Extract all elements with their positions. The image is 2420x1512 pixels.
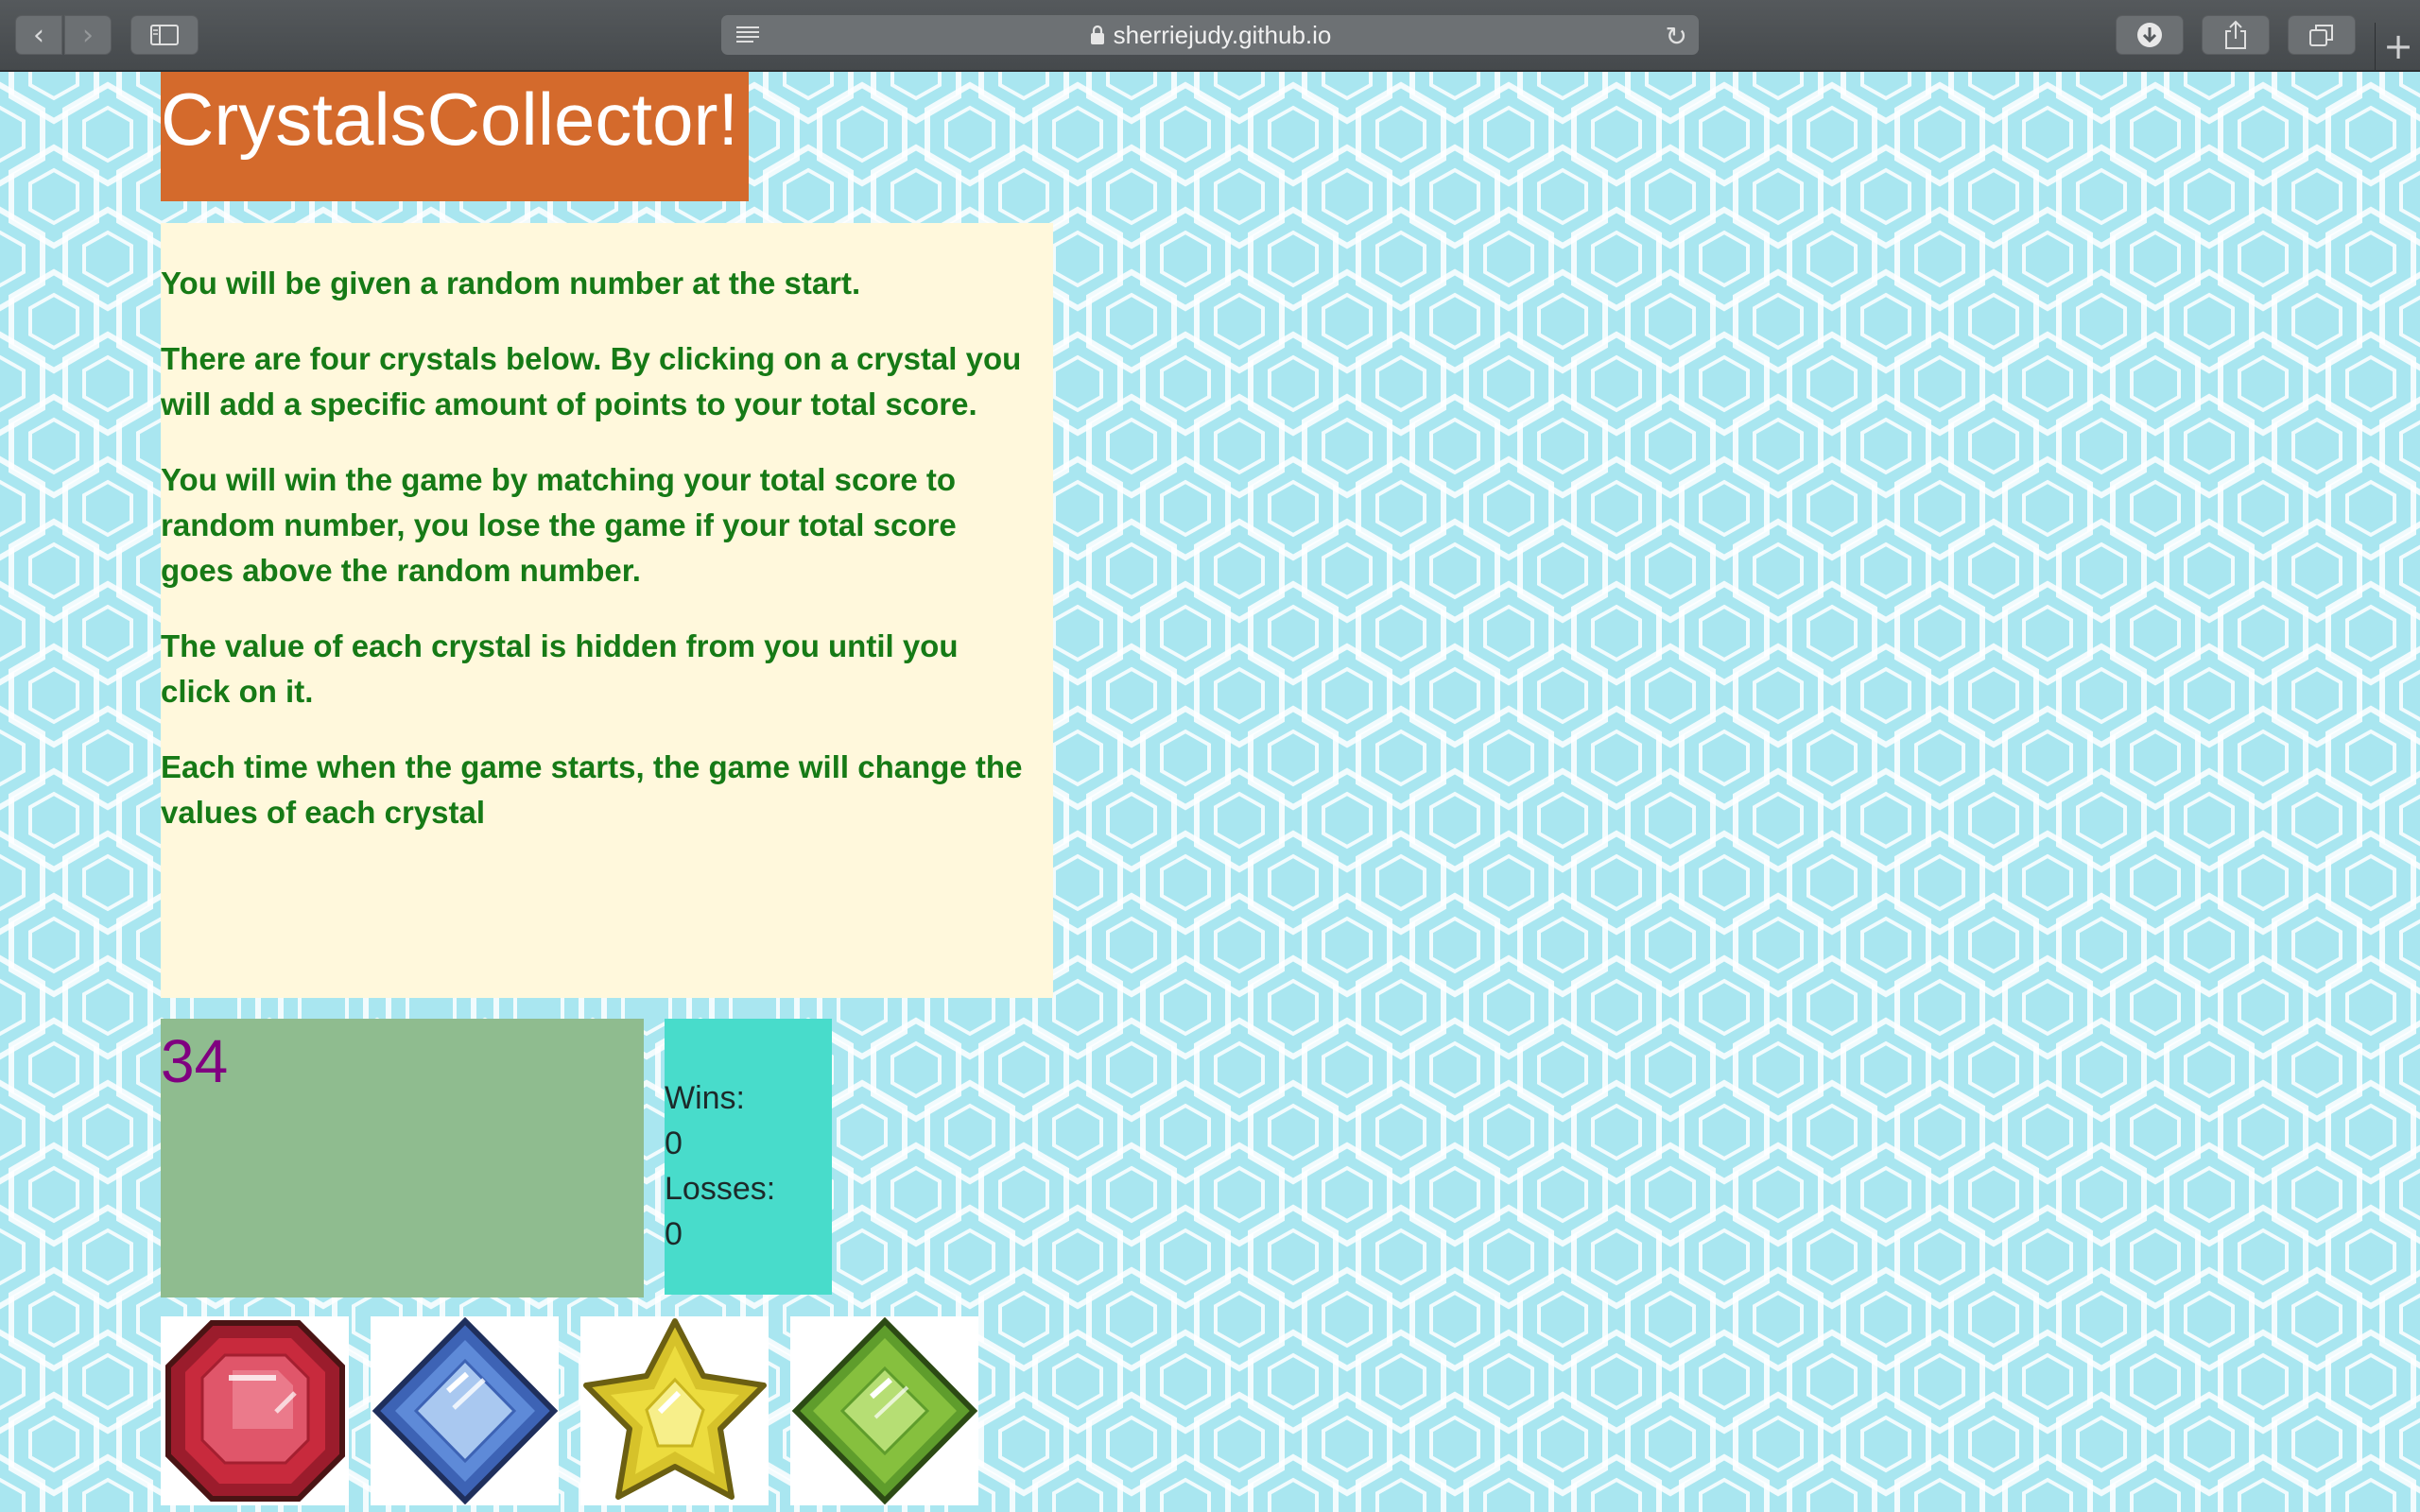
chevron-left-icon: ‹ <box>33 18 44 52</box>
instruction-paragraph: There are four crystals below. By clicki… <box>161 341 1022 421</box>
share-icon <box>2225 20 2246 49</box>
address-bar[interactable]: sherriejudy.github.io ↻ <box>721 15 1699 55</box>
crystal-button-blue[interactable] <box>371 1316 559 1505</box>
new-tab-button[interactable]: + <box>2375 23 2420 70</box>
instruction-paragraph: You will win the game by matching your t… <box>161 462 957 588</box>
green-gem-icon <box>791 1317 977 1504</box>
wins-label: Wins: <box>665 1080 745 1116</box>
crystal-button-green[interactable] <box>790 1316 978 1505</box>
download-icon <box>2137 23 2162 47</box>
downloads-button[interactable] <box>2116 15 2184 55</box>
reload-icon[interactable]: ↻ <box>1666 21 1687 52</box>
tab-overview-button[interactable] <box>2288 15 2356 55</box>
blue-gem-icon <box>372 1317 558 1504</box>
yellow-gem-icon <box>582 1318 767 1500</box>
scoreboard: Wins: 0 Losses: 0 <box>665 1019 832 1295</box>
instructions-panel: You will be given a random number at the… <box>161 223 1053 998</box>
forward-button[interactable]: › <box>64 15 112 55</box>
back-button[interactable]: ‹ <box>15 15 62 55</box>
instruction-paragraph: You will be given a random number at the… <box>161 266 861 301</box>
crystal-button-red[interactable] <box>161 1316 349 1505</box>
navigation-buttons: ‹ › <box>15 15 112 55</box>
instruction-paragraph: Each time when the game starts, the game… <box>161 749 1023 830</box>
sidebar-toggle-button[interactable] <box>130 15 199 55</box>
page-content: CrystalsCollector! You will be given a r… <box>0 72 2420 1512</box>
page-title: CrystalsCollector! <box>161 77 739 161</box>
chevron-right-icon: › <box>82 18 94 52</box>
random-number: 34 <box>161 1027 229 1095</box>
losses-value: 0 <box>665 1216 683 1252</box>
browser-toolbar: ‹ › sherriejudy.github.io ↻ + <box>0 0 2420 72</box>
red-gem-icon <box>164 1320 345 1502</box>
plus-icon: + <box>2383 26 2413 67</box>
reader-view-icon[interactable] <box>735 24 761 46</box>
lock-icon <box>1090 25 1104 44</box>
share-button[interactable] <box>2202 15 2270 55</box>
wins-value: 0 <box>665 1125 683 1161</box>
url-text: sherriejudy.github.io <box>1113 20 1332 49</box>
tabs-icon <box>2309 25 2333 46</box>
random-number-box: 34 <box>161 1019 644 1297</box>
sidebar-icon <box>150 25 179 45</box>
crystal-button-yellow[interactable] <box>580 1316 769 1505</box>
title-banner: CrystalsCollector! <box>161 72 749 201</box>
instruction-paragraph: The value of each crystal is hidden from… <box>161 628 959 709</box>
losses-label: Losses: <box>665 1171 776 1207</box>
